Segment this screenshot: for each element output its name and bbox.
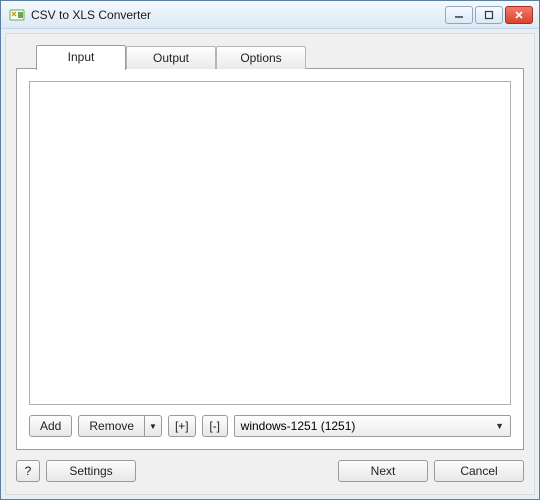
remove-split-button: Remove ▼ bbox=[78, 415, 162, 437]
app-window: CSV to XLS Converter Input Output Option… bbox=[0, 0, 540, 500]
cancel-button[interactable]: Cancel bbox=[434, 460, 524, 482]
add-button[interactable]: Add bbox=[29, 415, 72, 437]
tabs: Input Output Options bbox=[36, 44, 524, 69]
tab-options[interactable]: Options bbox=[216, 46, 306, 69]
input-panel: Add Remove ▼ [+] [-] windows-1251 (1251)… bbox=[16, 68, 524, 450]
client-area: Input Output Options Add Remove ▼ [+] [-… bbox=[5, 33, 535, 495]
help-button[interactable]: ? bbox=[16, 460, 40, 482]
file-list[interactable] bbox=[29, 81, 511, 405]
minimize-button[interactable] bbox=[445, 6, 473, 24]
next-button[interactable]: Next bbox=[338, 460, 428, 482]
encoding-select[interactable]: windows-1251 (1251) ▼ bbox=[234, 415, 511, 437]
window-title: CSV to XLS Converter bbox=[31, 8, 445, 22]
footer-bar: ? Settings Next Cancel bbox=[16, 460, 524, 482]
maximize-button[interactable] bbox=[475, 6, 503, 24]
titlebar: CSV to XLS Converter bbox=[1, 1, 539, 29]
window-controls bbox=[445, 6, 533, 24]
app-icon bbox=[9, 7, 25, 23]
remove-dropdown-button[interactable]: ▼ bbox=[144, 415, 162, 437]
input-toolbar: Add Remove ▼ [+] [-] windows-1251 (1251)… bbox=[29, 415, 511, 437]
encoding-value: windows-1251 (1251) bbox=[241, 419, 356, 433]
tab-output[interactable]: Output bbox=[126, 46, 216, 69]
collapse-all-button[interactable]: [-] bbox=[202, 415, 228, 437]
tab-input[interactable]: Input bbox=[36, 45, 126, 70]
remove-button[interactable]: Remove bbox=[78, 415, 144, 437]
settings-button[interactable]: Settings bbox=[46, 460, 136, 482]
close-button[interactable] bbox=[505, 6, 533, 24]
expand-all-button[interactable]: [+] bbox=[168, 415, 196, 437]
chevron-down-icon: ▼ bbox=[495, 421, 504, 431]
